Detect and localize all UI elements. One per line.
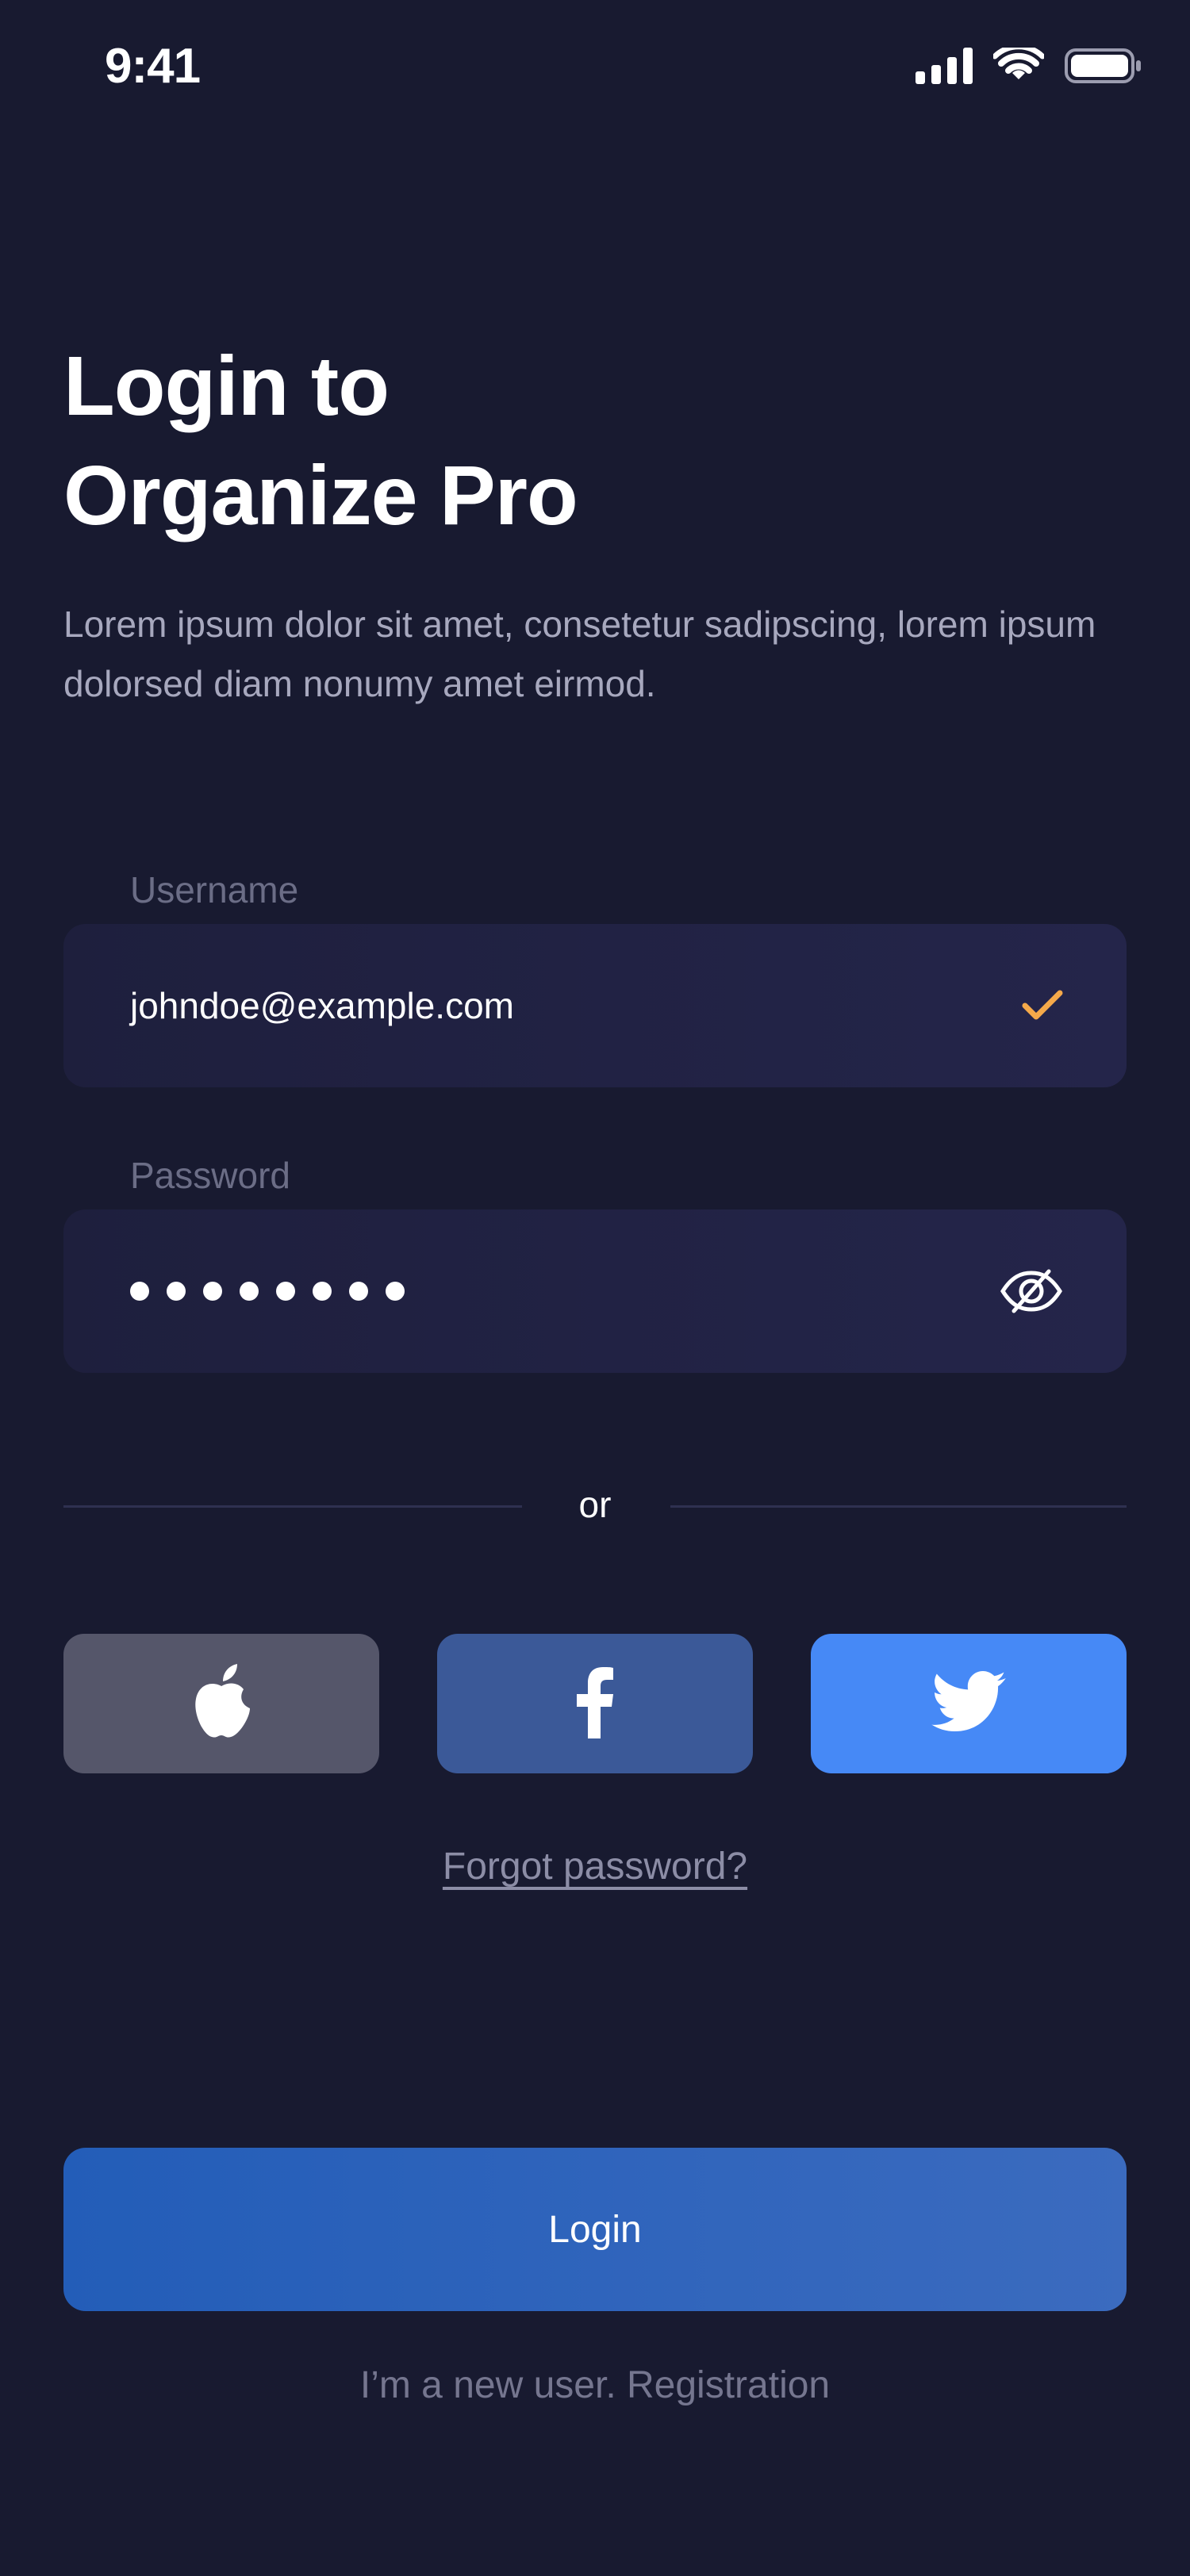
password-dot	[240, 1282, 259, 1301]
login-button-label: Login	[548, 2208, 642, 2251]
apple-login-button[interactable]	[63, 1634, 379, 1773]
password-dot	[130, 1282, 149, 1301]
password-field[interactable]	[63, 1209, 1127, 1373]
login-button[interactable]: Login	[63, 2148, 1127, 2311]
password-dot	[349, 1282, 368, 1301]
title-line-2: Organize Pro	[63, 449, 578, 542]
username-field[interactable]: johndoe@example.com	[63, 924, 1127, 1087]
status-icons	[916, 44, 1142, 88]
status-time: 9:41	[105, 39, 201, 94]
twitter-icon	[931, 1670, 1006, 1737]
divider-or: or	[578, 1484, 612, 1525]
battery-icon	[1065, 48, 1142, 88]
forgot-password-link[interactable]: Forgot password?	[443, 1846, 747, 1888]
facebook-login-button[interactable]	[437, 1634, 753, 1773]
wifi-icon	[992, 44, 1046, 88]
password-dot	[386, 1282, 405, 1301]
page-subtitle: Lorem ipsum dolor sit amet, consetetur s…	[63, 604, 1096, 704]
page-title: Login to Organize Pro	[63, 332, 578, 550]
password-mask	[130, 1209, 405, 1373]
password-label: Password	[130, 1155, 290, 1196]
eye-off-icon[interactable]	[1000, 1209, 1063, 1373]
forgot-password-link-wrap: Forgot password?	[0, 1845, 1190, 1888]
username-label: Username	[130, 869, 299, 910]
check-icon	[1022, 924, 1063, 1087]
divider-line-right	[670, 1505, 1127, 1508]
apple-icon	[188, 1662, 255, 1746]
password-dot	[313, 1282, 332, 1301]
password-dot	[203, 1282, 222, 1301]
signal-icon	[916, 48, 973, 88]
facebook-icon	[575, 1666, 615, 1742]
username-value: johndoe@example.com	[130, 985, 514, 1026]
status-bar: 9:41	[0, 0, 1190, 135]
title-line-1: Login to	[63, 339, 390, 433]
password-dot	[167, 1282, 186, 1301]
divider-line-left	[63, 1505, 522, 1508]
twitter-login-button[interactable]	[811, 1634, 1127, 1773]
registration-link[interactable]: I’m a new user. Registration	[0, 2363, 1190, 2407]
password-dot	[276, 1282, 295, 1301]
